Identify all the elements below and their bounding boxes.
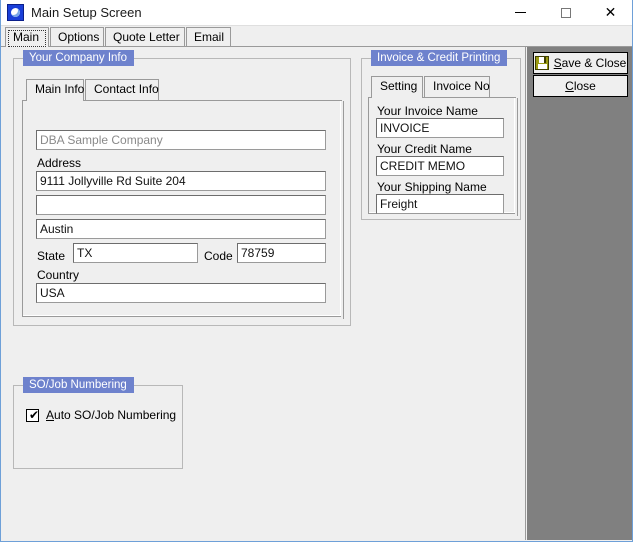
company-info-tabs: Main Info Contact Info DBA Sample Compan… [22,79,344,319]
tab-main[interactable]: Main [5,27,49,47]
subtab-invoice-no-label: Invoice No [433,79,490,93]
checkmark-icon: ✔ [29,407,40,422]
subtab-main-info-label: Main Info [35,82,85,96]
sojob-numbering-group: SO/Job Numbering ✔ Auto SO/Job Numbering [13,377,183,469]
sojob-numbering-legend: SO/Job Numbering [23,377,134,393]
minimize-button[interactable] [498,0,543,25]
main-setup-window: Main Setup Screen ✕ Main Options Quote L… [0,0,633,542]
title-bar: Main Setup Screen ✕ [1,0,632,26]
address-label: Address [37,156,82,170]
invoice-credit-printing-group: Invoice & Credit Printing Setting Invoic… [361,50,521,220]
shipping-name-input[interactable]: Freight [376,194,504,214]
zip-code-label: Code [204,249,233,263]
country-label: Country [37,268,80,282]
close-icon: ✕ [604,4,617,21]
floppy-label [537,64,547,69]
invoice-credit-printing-legend: Invoice & Credit Printing [371,50,508,66]
auto-sojob-numbering-checkbox[interactable]: ✔ [26,407,40,422]
credit-name-input[interactable]: CREDIT MEMO [376,156,504,176]
subtab-contact-info-label: Contact Info [94,82,159,96]
main-tab-strip: Main Options Quote Letter Email [1,26,632,47]
maximize-icon [560,7,571,18]
app-icon [7,4,24,21]
invoice-name-input[interactable]: INVOICE [376,118,504,138]
dba-name-input[interactable]: DBA Sample Company [36,130,326,150]
subtab-main-info[interactable]: Main Info [26,79,84,101]
accel-letter: S [553,56,562,70]
maximize-button[interactable] [543,0,588,25]
tab-main-label: Main [13,30,40,44]
state-input[interactable]: TX [73,243,198,263]
minimize-icon [515,12,526,13]
subtab-setting-label: Setting [380,79,418,93]
company-info-legend: Your Company Info [23,50,135,66]
invoice-setting-panel: Your Invoice Name INVOICE Your Credit Na… [368,97,518,216]
label-rest: lose [573,79,596,93]
tab-options[interactable]: Options [50,27,104,47]
main-info-panel: DBA Sample Company Address 9111 Jollyvil… [22,100,344,319]
floppy-disk-icon [534,56,549,70]
tab-email[interactable]: Email [186,27,231,47]
company-info-group: Your Company Info Main Info Contact Info… [13,50,351,326]
subtab-setting[interactable]: Setting [371,76,423,98]
close-window-button[interactable]: ✕ [588,0,632,25]
label-rest: ave & Close [561,56,627,70]
floppy-shutter [538,57,546,63]
accel-letter: A [46,408,55,422]
credit-name-label: Your Credit Name [377,142,472,156]
zip-code-input[interactable]: 78759 [237,243,326,263]
action-sidebar: Save & Close Close [527,47,632,540]
city-input[interactable]: Austin [36,219,326,239]
close-button[interactable]: Close [533,75,628,97]
accel-letter: C [565,79,574,93]
invoice-name-label: Your Invoice Name [377,104,478,118]
subtab-invoice-no[interactable]: Invoice No [424,76,490,97]
close-label: Close [565,79,596,93]
shipping-name-label: Your Shipping Name [377,180,487,194]
auto-sojob-numbering-label: Auto SO/Job Numbering [46,408,176,422]
label-rest: uto SO/Job Numbering [54,408,177,422]
tab-quote-letter-label: Quote Letter [113,30,180,44]
state-label: State [37,249,66,263]
invoice-tabs: Setting Invoice No Your Invoice Name INV… [368,76,518,216]
auto-sojob-numbering-checkbox-row[interactable]: ✔ Auto SO/Job Numbering [26,408,176,422]
tab-email-label: Email [194,30,225,44]
save-and-close-button[interactable]: Save & Close [533,52,628,74]
address-line1-input[interactable]: 9111 Jollyville Rd Suite 204 [36,171,326,191]
subtab-contact-info[interactable]: Contact Info [85,79,159,100]
address-line2-input[interactable] [36,195,326,215]
country-input[interactable]: USA [36,283,326,303]
tab-quote-letter[interactable]: Quote Letter [105,27,185,47]
save-and-close-label: Save & Close [554,56,627,70]
tab-options-label: Options [58,30,100,44]
app-icon-glyph [11,8,20,17]
main-content-panel: Your Company Info Main Info Contact Info… [2,47,526,540]
window-title: Main Setup Screen [31,5,142,20]
